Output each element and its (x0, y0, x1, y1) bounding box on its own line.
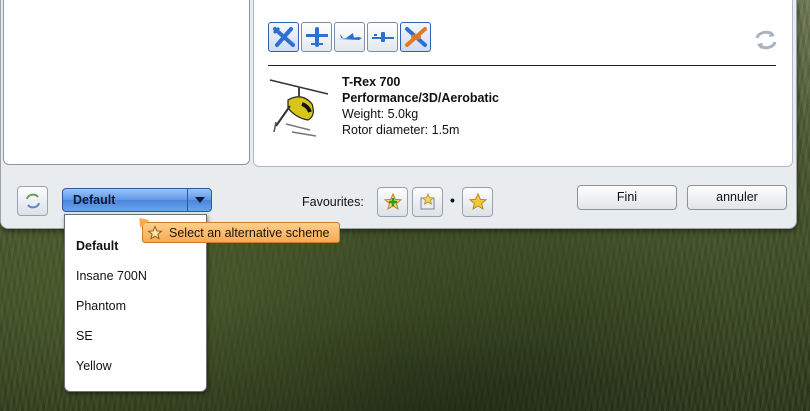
add-favourite-button[interactable] (377, 187, 408, 217)
aerobatic-filter-button[interactable] (367, 22, 398, 52)
model-details-panel: T-Rex 700 Performance/3D/Aerobatic Weigh… (253, 0, 793, 167)
favourites-separator: • (450, 192, 455, 208)
scheme-settings-button[interactable] (17, 186, 48, 216)
scheme-option-insane-700n[interactable]: Insane 700N (76, 269, 147, 283)
aircraft-type-filter (268, 22, 431, 52)
scheme-option-phantom[interactable]: Phantom (76, 299, 126, 313)
scheme-option-se[interactable]: SE (76, 329, 93, 343)
model-name: T-Rex 700 (342, 75, 401, 89)
edit-favourites-button[interactable] (412, 187, 443, 217)
model-rotor-diameter: Rotor diameter: 1.5m (342, 123, 460, 137)
star-outline-icon (147, 224, 163, 240)
ok-button[interactable]: Fini (577, 185, 677, 210)
refresh-icon[interactable] (752, 26, 780, 54)
plane-filter-button[interactable] (268, 22, 299, 52)
details-separator (268, 65, 776, 66)
model-category: Performance/3D/Aerobatic (342, 91, 500, 105)
swap-scheme-icon (25, 193, 40, 209)
glider-filter-button[interactable] (301, 22, 332, 52)
tooltip-text: Select an alternative scheme (169, 225, 330, 240)
favourite-star-button[interactable] (462, 187, 493, 217)
star-icon (468, 192, 487, 211)
add-favourite-icon (383, 192, 402, 211)
jet-icon (338, 33, 362, 40)
model-selection-dialog: T-Rex 700 Performance/3D/Aerobatic Weigh… (0, 0, 797, 229)
cancel-button[interactable]: annuler (687, 185, 787, 210)
favourites-label: Favourites: (302, 195, 364, 209)
aerobatic-plane-icon (371, 32, 394, 42)
glider-icon (305, 27, 328, 47)
model-list-panel[interactable] (3, 0, 250, 165)
helicopter-filter-button[interactable] (400, 22, 431, 52)
helicopter-icon (404, 27, 427, 47)
scheme-option-default[interactable]: Default (76, 239, 118, 253)
model-weight: Weight: 5.0kg (342, 107, 419, 121)
scheme-dropdown[interactable]: Default (62, 188, 212, 212)
plane-icon (272, 26, 295, 47)
favourites-folder-icon (420, 193, 434, 210)
scheme-tooltip: Select an alternative scheme (134, 214, 340, 243)
scheme-option-yellow[interactable]: Yellow (76, 359, 112, 373)
model-thumbnail (268, 74, 330, 140)
model-info: T-Rex 700 Performance/3D/Aerobatic Weigh… (342, 74, 499, 138)
scheme-selected-value: Default (73, 193, 116, 207)
jet-filter-button[interactable] (334, 22, 365, 52)
chevron-down-icon[interactable] (187, 189, 211, 211)
